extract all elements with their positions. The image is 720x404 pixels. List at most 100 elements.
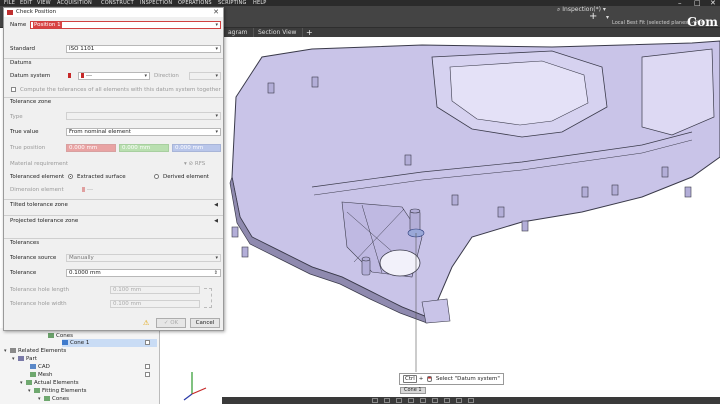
- dialog-title-bar[interactable]: Check Position ✕: [4, 8, 223, 17]
- expand-left-icon[interactable]: ◀: [214, 216, 218, 226]
- view-cmd-9-icon[interactable]: [468, 398, 474, 403]
- element-explorer: Cones Cone 1 ▾ Related Elements ▾ Part CAD…: [0, 328, 160, 404]
- chevron-down-icon[interactable]: ▾: [215, 22, 218, 28]
- check-position-dialog: Check Position ✕ Name Position 1 ▾ Standa…: [3, 7, 224, 331]
- add-plus-icon[interactable]: +: [589, 11, 597, 22]
- chevron-down-icon[interactable]: ▾: [215, 73, 218, 79]
- tolerance-field[interactable]: 0.1000 mm ⇕: [66, 269, 221, 277]
- extracted-surface-radio[interactable]: [68, 174, 73, 179]
- view-cmd-2-icon[interactable]: [384, 398, 390, 403]
- dialog-title: Check Position: [16, 9, 57, 15]
- visibility-toggle-cad[interactable]: [145, 364, 150, 369]
- datum-system-select[interactable]: --- ▾: [78, 72, 150, 80]
- visibility-toggle-cone-1[interactable]: [145, 340, 150, 345]
- link-bracket-icon[interactable]: [204, 288, 212, 308]
- datum-flag-icon: [82, 187, 85, 192]
- tree-item-part[interactable]: ▾ Part: [12, 355, 37, 363]
- type-select[interactable]: ▾: [66, 112, 221, 120]
- workspace-selector[interactable]: ⌕ Inspection(*) ▾: [557, 6, 606, 14]
- actual-elements-icon: [26, 380, 32, 385]
- cone-icon: [62, 340, 68, 345]
- true-position-label: True position: [10, 145, 46, 151]
- part-render[interactable]: [222, 37, 720, 404]
- view-cmd-8-icon[interactable]: [456, 398, 462, 403]
- view-cmd-1-icon[interactable]: [372, 398, 378, 403]
- tolerance-source-select[interactable]: Manually ▾: [66, 254, 221, 262]
- expand-left-icon[interactable]: ◀: [214, 200, 218, 210]
- name-label: Name: [10, 22, 27, 28]
- mesh-icon: [30, 372, 36, 377]
- hole-width-field[interactable]: 0.100 mm: [110, 300, 200, 308]
- dimension-element-select[interactable]: ---: [82, 187, 93, 193]
- true-value-select[interactable]: From nominal element ▾: [66, 128, 221, 136]
- warning-icon: ⚠: [143, 319, 150, 327]
- tilted-zone-section[interactable]: Tilted tolerance zone ◀: [4, 199, 223, 210]
- chevron-down-icon[interactable]: ▾: [215, 255, 218, 261]
- tree-item-fitting-elements[interactable]: ▾ Fitting Elements: [28, 387, 87, 395]
- chevron-down-icon[interactable]: ▾: [144, 73, 147, 79]
- hole-length-label: Tolerance hole length: [10, 287, 70, 293]
- alignment-dropdown[interactable]: ▾: [606, 14, 609, 21]
- cancel-button[interactable]: Cancel: [190, 318, 220, 328]
- chevron-down-icon[interactable]: ▾: [215, 113, 218, 119]
- cone-label-tag[interactable]: Cone 1: [400, 387, 426, 394]
- direction-select[interactable]: ▾: [189, 72, 221, 80]
- tolerance-zone-section: Tolerance zone: [4, 97, 223, 107]
- dialog-close-icon[interactable]: ✕: [213, 8, 219, 17]
- visibility-toggle-mesh[interactable]: [145, 372, 150, 377]
- view-cmd-5-icon[interactable]: [420, 398, 426, 403]
- ctrl-key: Ctrl: [403, 375, 417, 383]
- z-axis-icon: [183, 393, 193, 401]
- name-field[interactable]: Position 1 ▾: [30, 21, 221, 29]
- true-position-y-field[interactable]: 0.000 mm: [119, 144, 169, 152]
- cones-icon: [44, 396, 50, 401]
- part-icon: [18, 356, 24, 361]
- compute-together-label: Compute the tolerances of all elements w…: [20, 87, 221, 93]
- ok-button[interactable]: ✓ OK: [156, 318, 186, 328]
- related-icon: [10, 348, 16, 353]
- standard-label: Standard: [10, 46, 36, 52]
- standard-select[interactable]: ISO 1101 ▾: [66, 45, 221, 53]
- view-cmd-3-icon[interactable]: [396, 398, 402, 403]
- part-tab: [421, 298, 451, 324]
- view-cmd-6-icon[interactable]: [432, 398, 438, 403]
- mouse-icon: [427, 375, 433, 382]
- compute-together-checkbox[interactable]: [11, 87, 16, 92]
- hint-text: Select "Datum system": [435, 376, 500, 382]
- add-tab-icon[interactable]: +: [306, 28, 313, 37]
- dimension-element-label: Dimension element: [10, 187, 64, 193]
- tolerance-source-label: Tolerance source: [10, 255, 57, 261]
- x-axis-icon: [191, 387, 207, 395]
- tree-item-mesh[interactable]: Mesh: [30, 371, 52, 379]
- view-command-strip: [222, 397, 720, 404]
- tree-item-cad[interactable]: CAD: [30, 363, 50, 371]
- cad-icon: [30, 364, 36, 369]
- tab-section-view[interactable]: Section View: [252, 28, 304, 37]
- tolerance-label: Tolerance: [10, 270, 37, 276]
- type-label: Type: [10, 114, 23, 120]
- stepper-icon[interactable]: ⇕: [214, 270, 218, 276]
- view-cmd-4-icon[interactable]: [408, 398, 414, 403]
- tab-diagram[interactable]: agram: [222, 28, 255, 37]
- true-position-x-field[interactable]: 0.000 mm: [66, 144, 116, 152]
- 3d-viewport[interactable]: [222, 37, 720, 404]
- gom-logo: Gom: [687, 15, 718, 29]
- true-position-z-field[interactable]: 0.000 mm: [172, 144, 221, 152]
- tree-item-actual-elements[interactable]: ▾ Actual Elements: [20, 379, 79, 387]
- view-cmd-7-icon[interactable]: [444, 398, 450, 403]
- hole-length-field[interactable]: 0.100 mm: [110, 286, 200, 294]
- view-tab-bar: agram Section View +: [222, 28, 720, 37]
- tree-item-cone-1[interactable]: Cone 1: [62, 339, 157, 347]
- part-bore: [379, 249, 421, 277]
- derived-element-radio[interactable]: [154, 174, 159, 179]
- rfs-dropdown[interactable]: ▾ ⊘ RFS: [184, 161, 205, 167]
- chevron-down-icon[interactable]: ▾: [215, 46, 218, 52]
- material-requirement-label: Material requirement: [10, 161, 69, 167]
- tree-item-related-elements[interactable]: ▾ Related Elements: [4, 347, 66, 355]
- datum-flag-icon: [81, 73, 84, 78]
- chevron-down-icon[interactable]: ▾: [215, 129, 218, 135]
- projected-zone-section[interactable]: Projected tolerance zone ◀: [4, 215, 223, 226]
- toleranced-element-label: Toleranced element: [10, 174, 65, 180]
- tree-item-fitting-cones[interactable]: ▾ Cones: [38, 395, 69, 403]
- dialog-app-icon: [7, 10, 13, 15]
